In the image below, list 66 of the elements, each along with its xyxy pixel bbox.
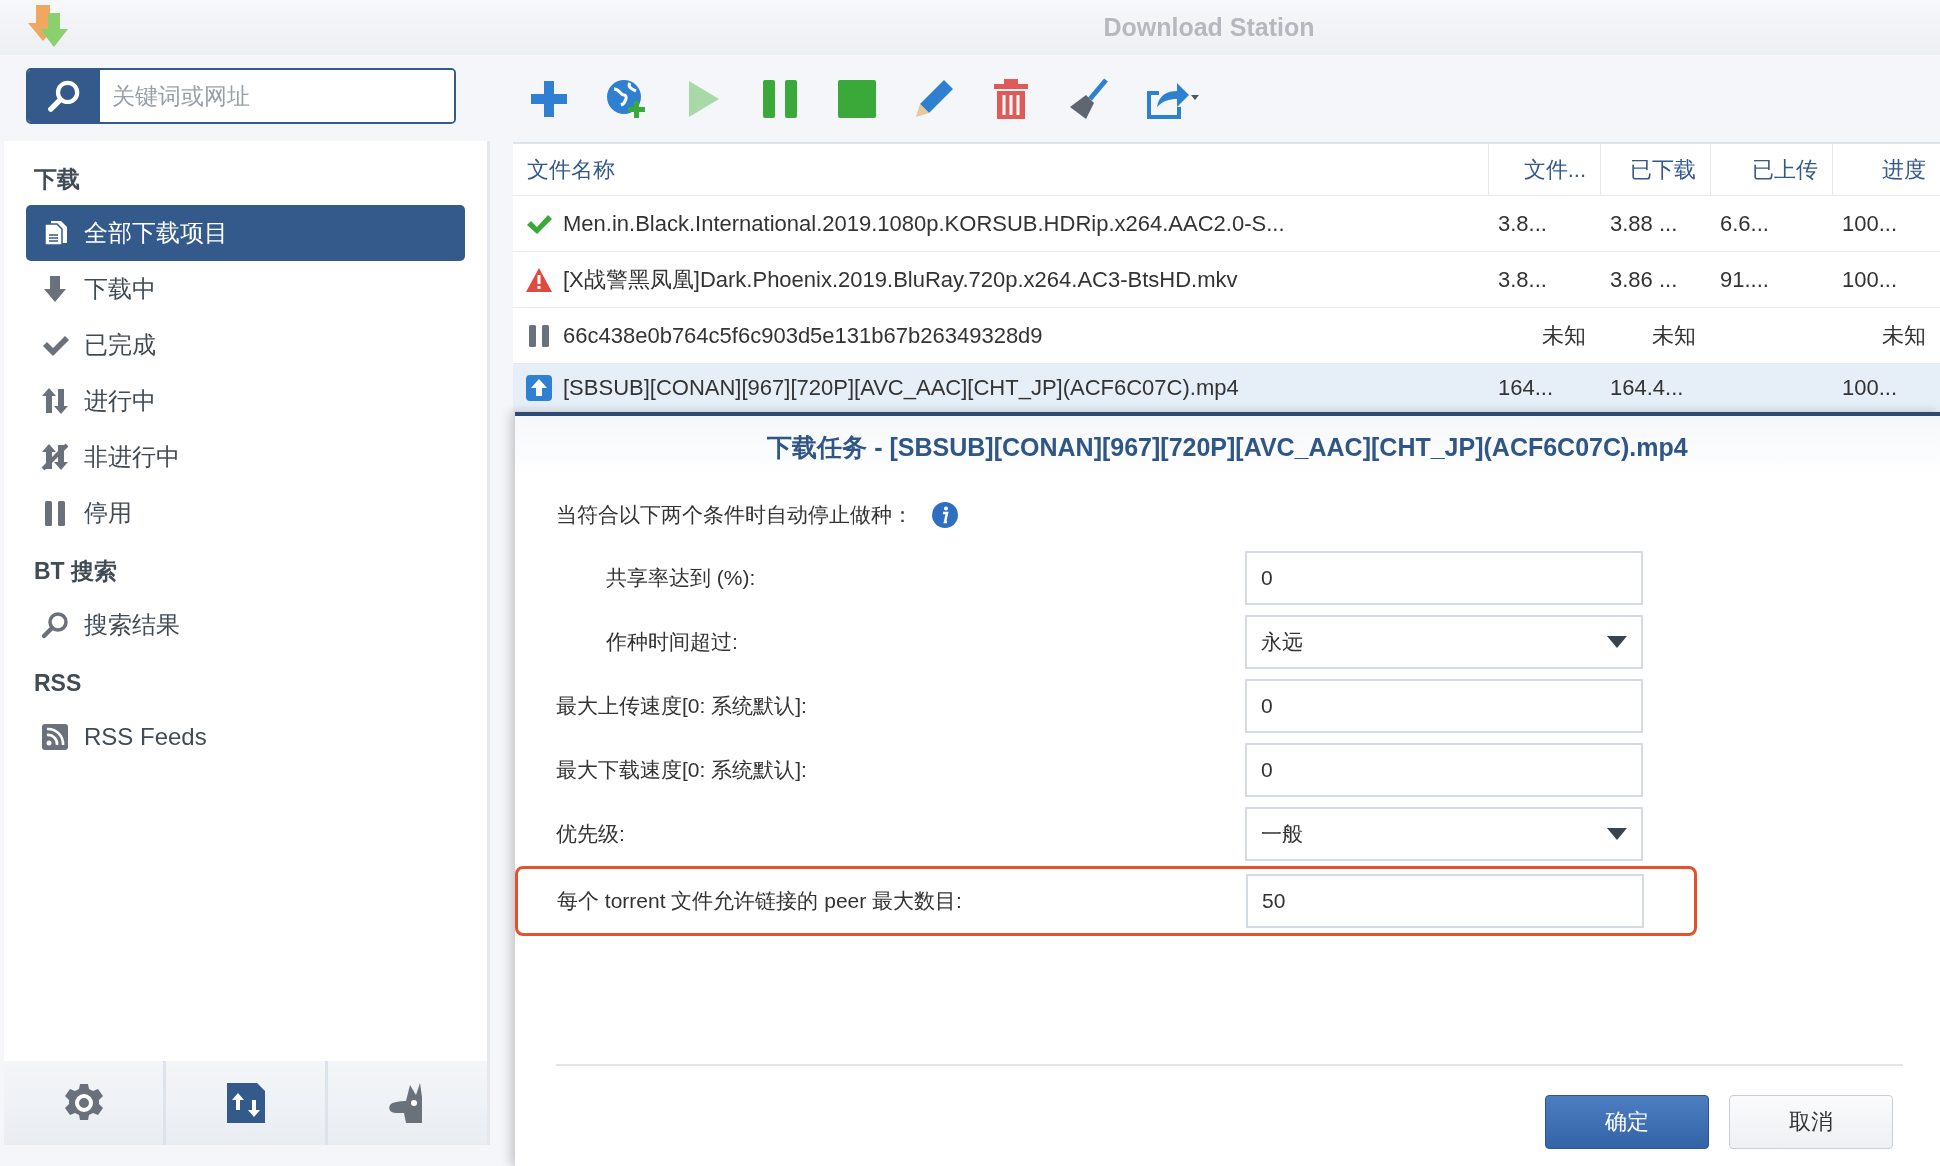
info-icon[interactable] bbox=[931, 501, 959, 529]
sidebar-item[interactable]: 进行中 bbox=[26, 373, 465, 429]
section-label: 当符合以下两个条件时自动停止做种： bbox=[556, 502, 913, 528]
column-header[interactable]: 已下载 bbox=[1600, 144, 1710, 195]
donkey-button[interactable] bbox=[328, 1061, 487, 1145]
field-label: 最大上传速度[0: 系统默认]: bbox=[556, 693, 808, 719]
table-cell: 未知 bbox=[1542, 322, 1586, 348]
section-heading: RSS bbox=[33, 668, 83, 698]
sidebar-item[interactable]: 全部下载项目 bbox=[26, 205, 465, 261]
dialog-title: 下载任务 - [SBSUB][CONAN][967][720P][AVC_AAC][CHT_JP](ACF6C07C).mp4 bbox=[515, 416, 1940, 478]
table-cell: 91.... bbox=[1720, 266, 1769, 292]
field-label: 最大下载速度[0: 系统默认]: bbox=[556, 757, 808, 783]
column-header[interactable]: 文件... bbox=[1488, 144, 1600, 195]
dropdown[interactable]: 永远 bbox=[1245, 615, 1643, 669]
section-heading: 下载 bbox=[33, 164, 81, 194]
field-label: 共享率达到 (%): bbox=[606, 565, 757, 591]
column-header[interactable]: 文件名称 bbox=[513, 144, 1488, 195]
sidebar-item[interactable]: 非进行中 bbox=[26, 429, 465, 485]
sidebar-item[interactable]: 搜索结果 bbox=[26, 597, 465, 653]
upload-icon bbox=[525, 373, 553, 402]
search-icon[interactable] bbox=[46, 78, 82, 114]
field-label: 优先级: bbox=[556, 821, 626, 847]
cancel-button[interactable]: 取消 bbox=[1729, 1095, 1893, 1149]
table-cell: 6.6... bbox=[1720, 210, 1769, 236]
field-label: 每个 torrent 文件允许链接的 peer 最大数目: bbox=[557, 888, 963, 914]
column-header[interactable]: 进度 bbox=[1832, 144, 1940, 195]
table-cell: 164... bbox=[1498, 374, 1554, 400]
table-cell: 未知 bbox=[1652, 322, 1696, 348]
column-header[interactable]: 已上传 bbox=[1710, 144, 1832, 195]
table-cell: 3.8... bbox=[1498, 266, 1547, 292]
settings-button[interactable] bbox=[4, 1061, 163, 1145]
crossed-arrows-icon bbox=[40, 442, 70, 472]
file-name: Men.in.Black.International.2019.1080p.KORSUB.HDRip.x264.AAC2.0-S... bbox=[563, 210, 1285, 237]
input-field[interactable]: 0 bbox=[1245, 743, 1643, 797]
table-cell: 100... bbox=[1842, 266, 1898, 292]
input-field[interactable]: 0 bbox=[1245, 679, 1643, 733]
file-name: [X战警黑凤凰]Dark.Phoenix.2019.BluRay.720p.x264.AC3-BtsHD.mkv bbox=[563, 265, 1238, 294]
caret-icon bbox=[1607, 828, 1627, 840]
file-name: [SBSUB][CONAN][967][720P][AVC_AAC][CHT_JP](ACF6C07C).mp4 bbox=[563, 374, 1239, 401]
sidebar-item[interactable]: 下载中 bbox=[26, 261, 465, 317]
sidebar-item[interactable]: RSS Feeds bbox=[26, 709, 465, 765]
table-cell: 3.86 ... bbox=[1610, 266, 1678, 292]
section-heading: BT 搜索 bbox=[33, 556, 119, 586]
search-field[interactable]: 关键词或网址 bbox=[26, 68, 456, 124]
field-label: 作种时间超过: bbox=[606, 629, 739, 655]
table-cell: 100... bbox=[1842, 210, 1898, 236]
caret-icon bbox=[1607, 636, 1627, 648]
table-cell: 3.88 ... bbox=[1610, 210, 1678, 236]
table-cell: 164.4... bbox=[1610, 374, 1684, 400]
table-row[interactable]: [SBSUB][CONAN][967][720P][AVC_AAC][CHT_JP](ACF6C07C).mp4 164... 164.4... 100... bbox=[513, 364, 1940, 412]
input-field[interactable]: 50 bbox=[1246, 874, 1644, 928]
ok-button[interactable]: 确定 bbox=[1545, 1095, 1709, 1149]
search-icon bbox=[40, 610, 70, 640]
input-field[interactable]: 0 bbox=[1245, 551, 1643, 605]
up-down-arrows-icon bbox=[40, 386, 70, 416]
window-title: Download Station bbox=[1102, 13, 1316, 42]
file-name: 66c438e0b764c5f6c903d5e131b67b26349328d9 bbox=[563, 322, 1043, 349]
table-cell: 3.8... bbox=[1498, 210, 1547, 236]
table-cell: 未知 bbox=[1882, 322, 1926, 348]
file-transfer-icon bbox=[224, 1081, 267, 1125]
dropdown[interactable]: 一般 bbox=[1245, 807, 1643, 861]
sidebar-item[interactable]: 已完成 bbox=[26, 317, 465, 373]
sidebar-item[interactable]: 停用 bbox=[26, 485, 465, 541]
table-cell: 100... bbox=[1842, 374, 1898, 400]
transfer-button[interactable] bbox=[166, 1061, 325, 1145]
rss-icon bbox=[40, 722, 70, 752]
